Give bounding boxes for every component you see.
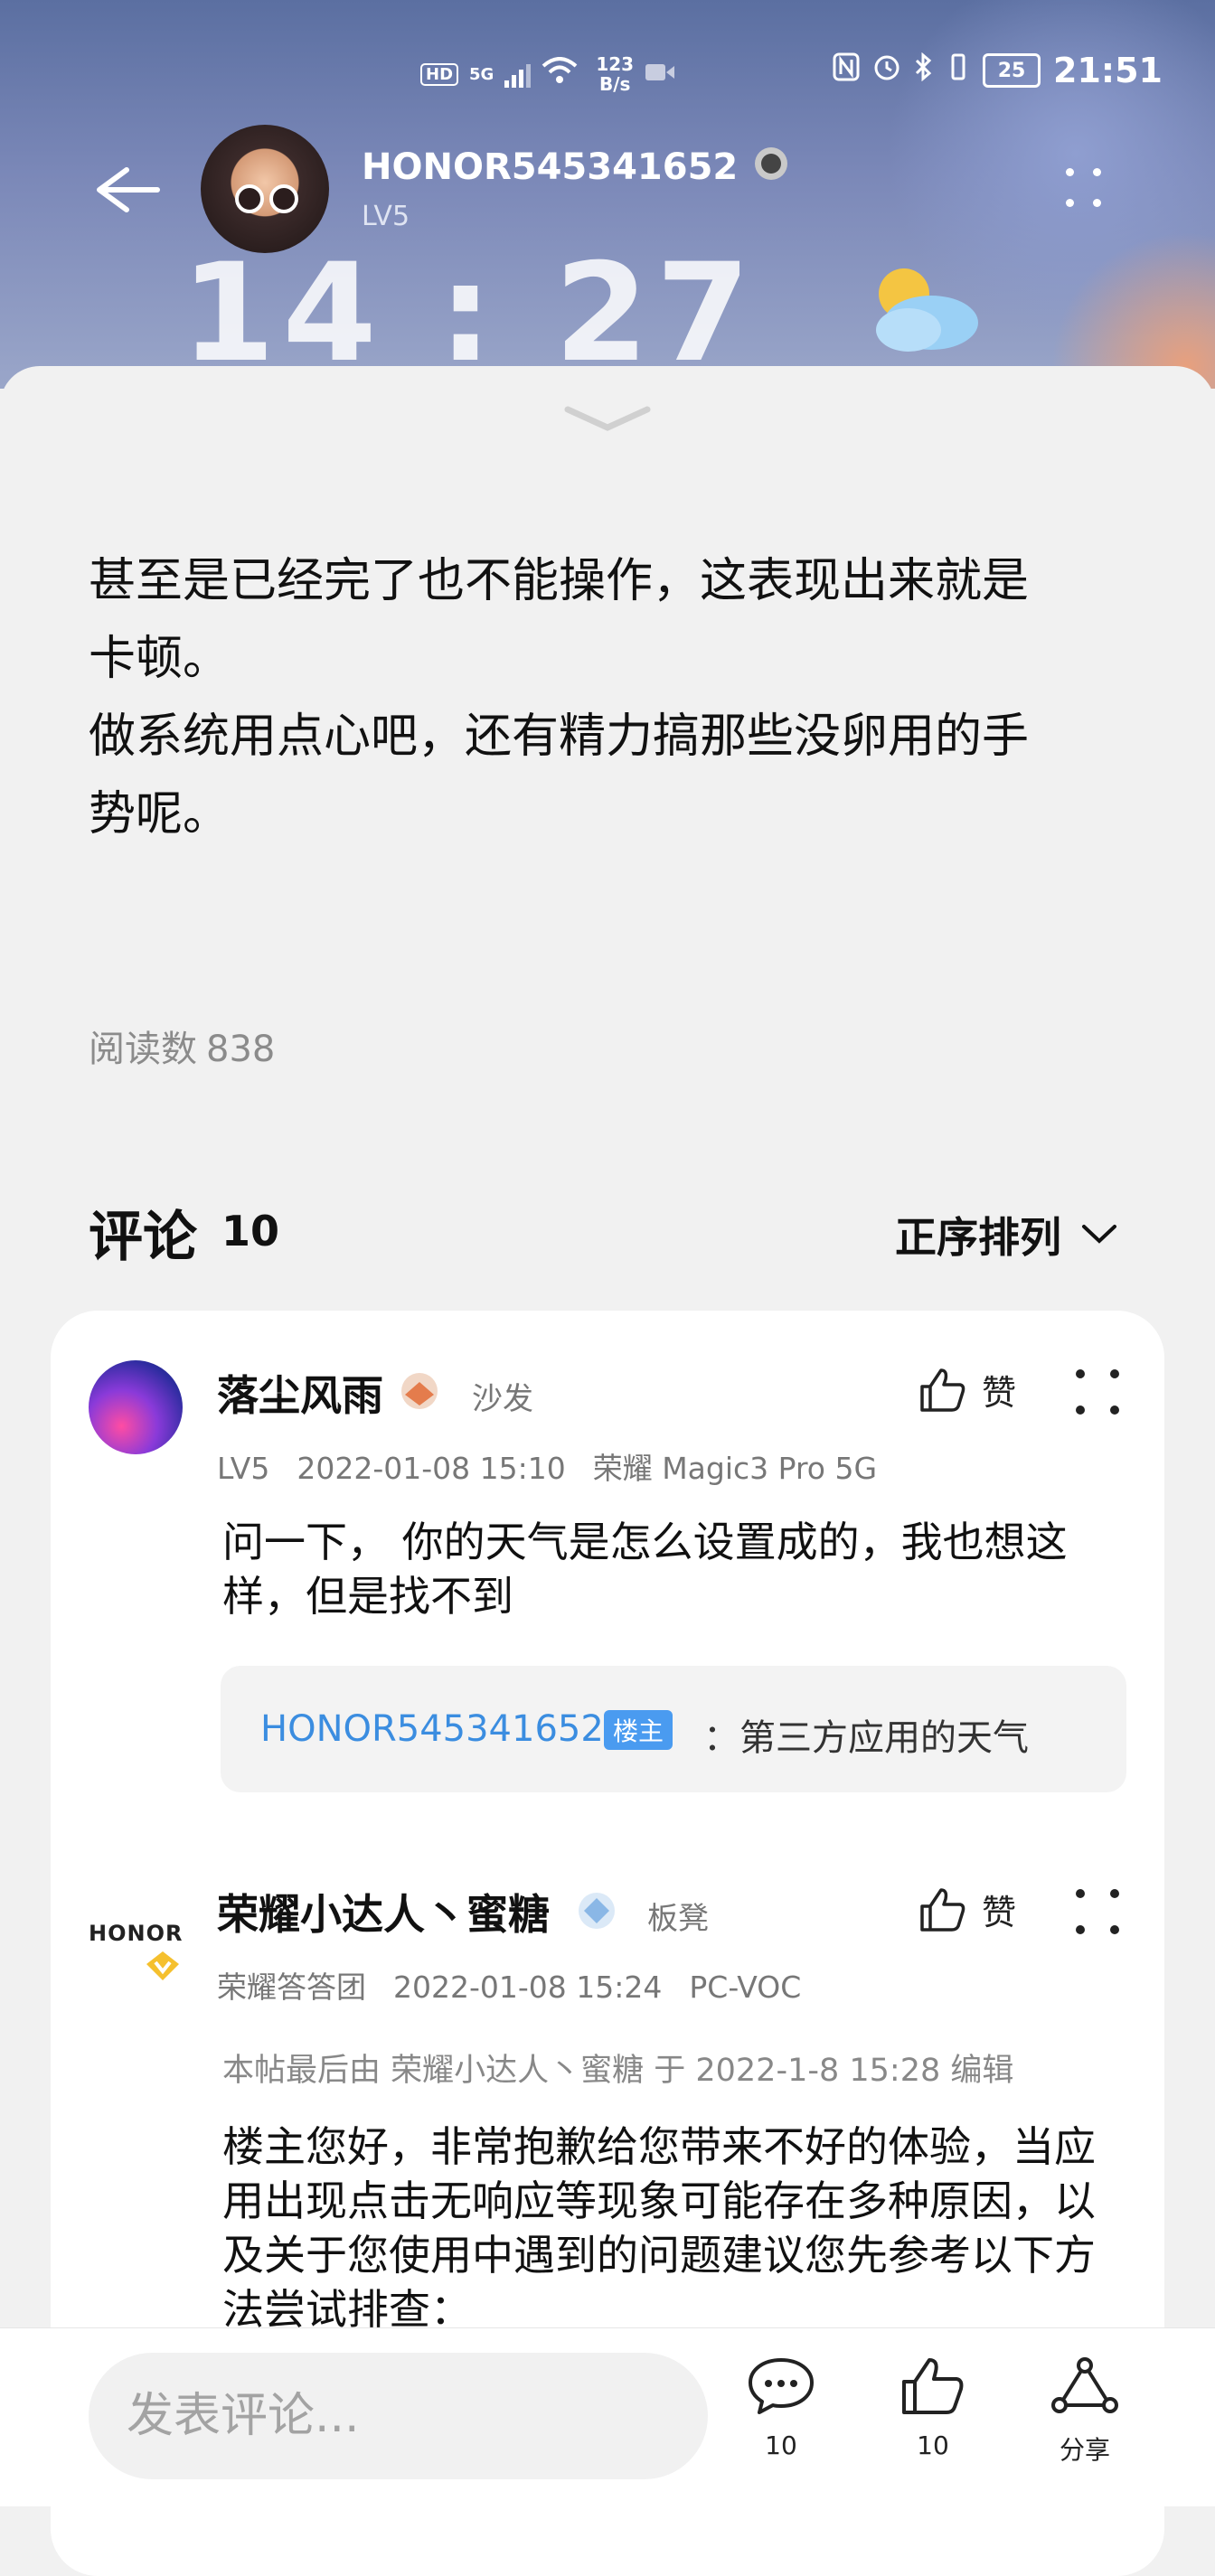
video-call-icon [645,61,675,88]
status-time: 21:51 [1053,51,1163,90]
commenter-name[interactable]: 落尘风雨 [217,1363,383,1423]
comments-action[interactable]: 10 [727,2355,835,2490]
weather-icon [876,268,978,352]
hd-indicator: HD [420,62,459,86]
avatar-eye [269,184,298,213]
like-action[interactable]: 10 [879,2355,987,2490]
comments-count: 10 [221,1207,280,1255]
sort-label: 正序排列 [895,1213,1061,1262]
author-name[interactable]: HONOR545341652 [362,143,792,188]
wifi-icon [542,57,578,91]
owner-badge: 楼主 [604,1710,673,1750]
network-status: HD 5G 123 B/s [420,54,675,94]
commenter-avatar[interactable] [89,1360,183,1454]
share-label: 分享 [1059,2435,1110,2465]
wallpaper-sunset [1012,226,1215,389]
network-type: 5G [469,64,494,84]
comment-more-icon[interactable] [1072,1882,1126,1945]
commenter-level: LV5 [217,1451,270,1486]
comment-meta: LV5 2022-01-08 15:10 荣耀 Magic3 Pro 5G [217,1444,904,1488]
alarm-icon [872,52,901,89]
more-options-icon[interactable] [1062,165,1116,219]
comment-time: 2022-01-08 15:24 [393,1970,663,2005]
network-speed-value: 123 [596,53,635,75]
collapse-chevron-icon[interactable] [564,402,651,435]
comment-input[interactable] [89,2353,708,2479]
author-name-text: HONOR545341652 [362,146,739,188]
comment-device: PC-VOC [689,1970,802,2005]
author-level: LV5 [362,201,410,232]
like-button[interactable]: 赞 [918,1365,1016,1415]
comments-title: 评论 [89,1206,197,1269]
bluetooth-icon [914,52,934,89]
nfc-icon [833,52,860,89]
back-arrow-icon[interactable] [90,163,163,217]
sort-dropdown[interactable]: 正序排列 [895,1205,1117,1264]
reply-text: ：第三方应用的天气 [703,1717,1029,1759]
author-avatar[interactable] [201,125,329,253]
author-badge-icon [755,147,788,180]
avatar-eye [235,184,264,213]
comment-bubble-icon [749,2358,814,2414]
read-count: 阅读数 838 [89,1020,275,1072]
status-bar: HD 5G 123 B/s 25 21:51 [0,45,1215,99]
like-label: 赞 [982,1893,1017,1932]
share-action[interactable]: 分享 [1031,2355,1139,2490]
medal-icon [401,1373,438,1409]
thumbs-up-icon [902,2358,964,2414]
thumbs-up-icon [920,1368,965,1412]
signal-icon [504,61,532,88]
read-count-value: 838 [206,1029,276,1070]
floor-tag: 板凳 [647,1901,709,1937]
medal-icon [579,1893,615,1929]
status-right: 25 21:51 [833,51,1163,90]
comment-text: 问一下， 你的天气是怎么设置成的，我也想这样，但是找不到 [222,1518,1068,1621]
comment-text: 楼主您好，非常抱歉给您带来不好的体验，当应用出现点击无响应等现象可能存在多种原因… [222,2122,1096,2327]
comments-action-count: 10 [765,2430,797,2460]
share-icon [1051,2357,1118,2413]
network-speed-unit: B/s [598,73,631,95]
comment-time: 2022-01-08 15:10 [297,1451,566,1486]
commenter-name[interactable]: 荣耀小达人丶蜜糖 [217,1882,550,1941]
honor-logo-text: HONOR [89,1921,184,1946]
chevron-down-icon [1082,1225,1116,1244]
vibrate-icon [947,52,970,89]
network-speed: 123 B/s [596,54,634,94]
read-count-label: 阅读数 [89,1029,197,1070]
thumbs-up-icon [920,1887,965,1932]
battery-icon: 25 [983,53,1041,88]
like-label: 赞 [982,1373,1017,1413]
post-body: 甚至是已经完了也不能操作，这表现出来就是 卡顿。 做系统用点心吧，还有精力搞那些… [89,554,1030,841]
comment-meta: 荣耀答答团 2022-01-08 15:24 PC-VOC [217,1963,828,2007]
comment-device: 荣耀 Magic3 Pro 5G [592,1451,878,1486]
edit-note: 本帖最后由 荣耀小达人丶蜜糖 于 2022-1-8 15:28 编辑 [222,2053,1014,2089]
commenter-group: 荣耀答答团 [217,1970,366,2005]
like-button[interactable]: 赞 [918,1885,1016,1934]
floor-tag: 沙发 [472,1381,533,1417]
commenter-avatar[interactable]: HONOR [89,1903,188,1984]
reply-user[interactable]: HONOR545341652 [260,1708,604,1750]
verified-badge-icon [146,1951,179,1980]
like-action-count: 10 [917,2430,949,2460]
comment-more-icon[interactable] [1072,1362,1126,1425]
